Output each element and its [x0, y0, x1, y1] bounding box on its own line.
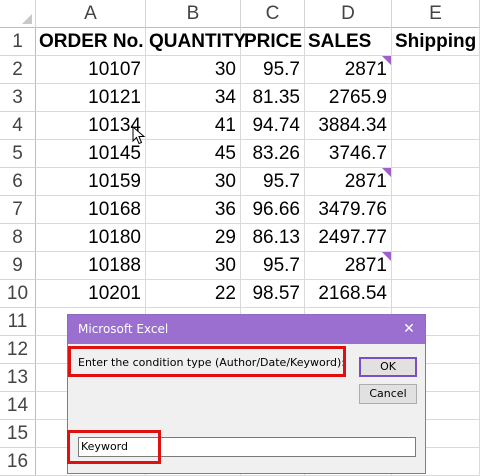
row-header-14[interactable]: 14: [0, 392, 36, 420]
mouse-cursor-icon: [132, 126, 146, 145]
column-header-b[interactable]: B: [146, 0, 241, 28]
cell-d8[interactable]: 2497.77: [305, 224, 392, 252]
column-header-a[interactable]: A: [36, 0, 146, 28]
dialog-titlebar[interactable]: Microsoft Excel ✕: [68, 315, 425, 344]
column-header-e[interactable]: E: [392, 0, 480, 28]
cell-d7[interactable]: 3479.76: [305, 196, 392, 224]
cell-b9[interactable]: 30: [146, 252, 241, 280]
cell-d2[interactable]: 2871: [305, 56, 392, 84]
cell-b5[interactable]: 45: [146, 140, 241, 168]
cell-a10[interactable]: 10201: [36, 280, 146, 308]
cell-c1[interactable]: PRICE: [241, 28, 305, 56]
cell-d1[interactable]: SALES: [305, 28, 392, 56]
cell-d4[interactable]: 3884.34: [305, 112, 392, 140]
column-header-d[interactable]: D: [305, 0, 392, 28]
cell-e3[interactable]: [392, 84, 480, 112]
condition-input[interactable]: Keyword: [78, 437, 416, 457]
cell-d6[interactable]: 2871: [305, 168, 392, 196]
cell-c9[interactable]: 95.7: [241, 252, 305, 280]
cell-e7[interactable]: [392, 196, 480, 224]
row-header-10[interactable]: 10: [0, 280, 36, 308]
row-header-11[interactable]: 11: [0, 308, 36, 336]
cell-e6[interactable]: [392, 168, 480, 196]
row-header-13[interactable]: 13: [0, 364, 36, 392]
cell-e4[interactable]: [392, 112, 480, 140]
cell-c8[interactable]: 86.13: [241, 224, 305, 252]
column-header-c[interactable]: C: [241, 0, 305, 28]
cell-c2[interactable]: 95.7: [241, 56, 305, 84]
cell-e10[interactable]: [392, 280, 480, 308]
cell-e8[interactable]: [392, 224, 480, 252]
cell-a5[interactable]: 10145: [36, 140, 146, 168]
cell-c5[interactable]: 83.26: [241, 140, 305, 168]
cell-b2[interactable]: 30: [146, 56, 241, 84]
row-header-6[interactable]: 6: [0, 168, 36, 196]
select-all-corner[interactable]: [0, 0, 36, 28]
cell-e9[interactable]: [392, 252, 480, 280]
cell-b10[interactable]: 22: [146, 280, 241, 308]
row-header-2[interactable]: 2: [0, 56, 36, 84]
cell-b7[interactable]: 36: [146, 196, 241, 224]
cell-c7[interactable]: 96.66: [241, 196, 305, 224]
cell-c6[interactable]: 95.7: [241, 168, 305, 196]
cell-b8[interactable]: 29: [146, 224, 241, 252]
cell-c3[interactable]: 81.35: [241, 84, 305, 112]
row-header-16[interactable]: 16: [0, 448, 36, 476]
row-header-3[interactable]: 3: [0, 84, 36, 112]
cell-a2[interactable]: 10107: [36, 56, 146, 84]
cell-d10[interactable]: 2168.54: [305, 280, 392, 308]
cell-a8[interactable]: 10180: [36, 224, 146, 252]
cancel-button[interactable]: Cancel: [359, 384, 417, 404]
row-header-4[interactable]: 4: [0, 112, 36, 140]
cell-e2[interactable]: [392, 56, 480, 84]
cell-a9[interactable]: 10188: [36, 252, 146, 280]
row-header-5[interactable]: 5: [0, 140, 36, 168]
dialog-title: Microsoft Excel: [78, 322, 169, 336]
cell-a1[interactable]: ORDER No.: [36, 28, 146, 56]
row-header-15[interactable]: 15: [0, 420, 36, 448]
cell-a6[interactable]: 10159: [36, 168, 146, 196]
row-header-9[interactable]: 9: [0, 252, 36, 280]
cell-c4[interactable]: 94.74: [241, 112, 305, 140]
cell-b4[interactable]: 41: [146, 112, 241, 140]
cell-d5[interactable]: 3746.7: [305, 140, 392, 168]
input-dialog: Microsoft Excel ✕ Enter the condition ty…: [67, 314, 426, 474]
ok-button[interactable]: OK: [359, 357, 417, 377]
cell-d3[interactable]: 2765.9: [305, 84, 392, 112]
row-header-12[interactable]: 12: [0, 336, 36, 364]
row-header-8[interactable]: 8: [0, 224, 36, 252]
cell-a4[interactable]: 10134: [36, 112, 146, 140]
cell-b3[interactable]: 34: [146, 84, 241, 112]
cell-c10[interactable]: 98.57: [241, 280, 305, 308]
row-header-1[interactable]: 1: [0, 28, 36, 56]
cell-a3[interactable]: 10121: [36, 84, 146, 112]
cell-a7[interactable]: 10168: [36, 196, 146, 224]
close-icon[interactable]: ✕: [393, 315, 425, 344]
cell-b1[interactable]: QUANTITY: [146, 28, 246, 56]
dialog-prompt: Enter the condition type (Author/Date/Ke…: [78, 356, 346, 369]
cell-d9[interactable]: 2871: [305, 252, 392, 280]
row-header-7[interactable]: 7: [0, 196, 36, 224]
cell-e1[interactable]: Shipping: [392, 28, 480, 56]
cell-e5[interactable]: [392, 140, 480, 168]
cell-b6[interactable]: 30: [146, 168, 241, 196]
